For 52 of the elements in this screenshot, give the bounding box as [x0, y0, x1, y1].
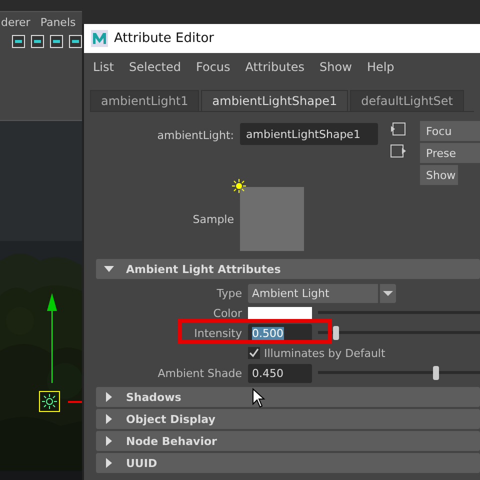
mouse-cursor-icon: [252, 388, 266, 408]
slider-thumb[interactable]: [433, 366, 440, 380]
side-button[interactable]: Focu: [420, 121, 480, 141]
section-header[interactable]: Object Display: [96, 409, 480, 429]
section-header[interactable]: Ambient Light Attributes: [96, 259, 480, 279]
dropdown-arrow-icon: [378, 284, 396, 302]
axis-line: [68, 401, 82, 403]
tool-icon[interactable]: [12, 34, 25, 48]
caret-icon: [104, 436, 114, 446]
field-label: ambientLight:: [156, 129, 234, 142]
sample-label: Sample: [192, 212, 234, 226]
caret-icon: [104, 414, 114, 424]
move-arrow-icon: [46, 293, 58, 383]
tab[interactable]: ambientLight1: [90, 90, 200, 111]
side-button[interactable]: Show: [420, 165, 458, 185]
value-field[interactable]: 0.450: [248, 364, 312, 382]
tab[interactable]: ambientLightShape1: [201, 90, 348, 111]
light-locator-icon: [39, 391, 60, 412]
caret-icon: [104, 392, 114, 402]
color-swatch[interactable]: [248, 306, 312, 320]
menu-item[interactable]: Selected: [128, 60, 182, 74]
attribute-label: Type: [216, 286, 242, 300]
caret-icon: [104, 264, 114, 274]
slider-thumb[interactable]: [332, 326, 339, 340]
output-connection-icon[interactable]: [390, 143, 407, 159]
window-title: Attribute Editor: [114, 31, 214, 46]
tab[interactable]: defaultLightSet: [350, 90, 464, 111]
type-dropdown[interactable]: Ambient Light: [248, 284, 396, 302]
caret-icon: [104, 458, 114, 468]
side-button[interactable]: Prese: [420, 143, 480, 163]
input-connection-icon[interactable]: [390, 121, 407, 137]
attribute-label: Intensity: [193, 326, 242, 340]
menu-item[interactable]: Panels: [40, 16, 76, 28]
checkbox-label: Illuminates by Default: [264, 346, 386, 360]
tool-icon[interactable]: [31, 34, 44, 48]
menu-item[interactable]: Show: [320, 60, 352, 74]
menu-item[interactable]: Help: [366, 60, 394, 74]
node-name-field[interactable]: ambientLightShape1: [240, 123, 378, 145]
attribute-label: Color: [212, 306, 242, 320]
section-header[interactable]: Shadows: [96, 387, 480, 407]
tool-icon[interactable]: [69, 34, 82, 48]
section-header[interactable]: UUID: [96, 453, 480, 473]
checkbox[interactable]: [248, 347, 260, 359]
menu-item[interactable]: Focus: [196, 60, 230, 74]
tool-icon[interactable]: [50, 34, 63, 48]
menu-item[interactable]: List: [93, 60, 114, 74]
menu-item[interactable]: derer: [1, 16, 30, 28]
menu-item[interactable]: Attributes: [245, 60, 305, 74]
app-logo-icon: [91, 30, 108, 47]
attribute-label: Ambient Shade: [156, 366, 242, 380]
light-icon: [232, 179, 246, 193]
section-header[interactable]: Node Behavior: [96, 431, 480, 451]
